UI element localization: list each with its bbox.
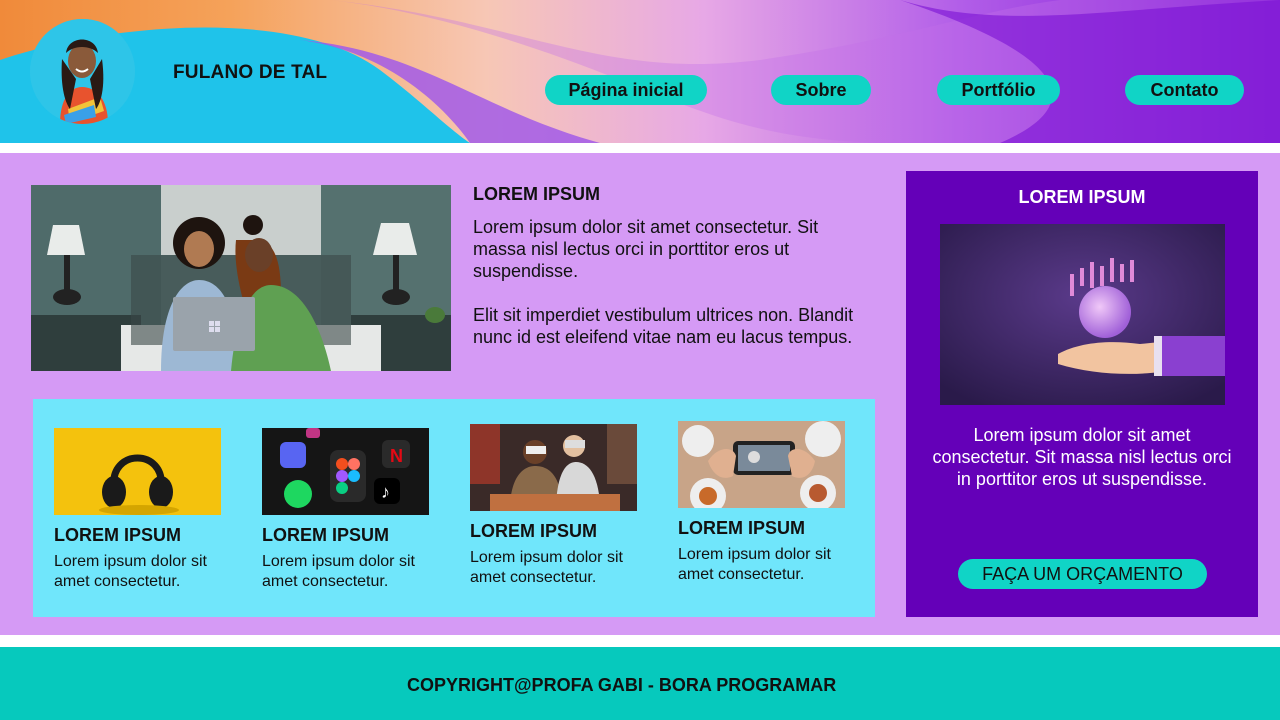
headphones-icon (54, 428, 221, 515)
sidebar-image (940, 224, 1225, 405)
card-text: Lorem ipsum dolor sit amet consectetur. (54, 553, 207, 590)
card-1: LOREM IPSUM Lorem ipsum dolor sit amet c… (54, 428, 224, 592)
food-phone-icon (678, 421, 845, 508)
card-text: Lorem ipsum dolor sit amet consectetur. (678, 546, 831, 583)
card-3: LOREM IPSUM Lorem ipsum dolor sit amet c… (470, 424, 640, 588)
hero-image (31, 185, 451, 371)
card-4: LOREM IPSUM Lorem ipsum dolor sit amet c… (678, 421, 848, 585)
svg-text:♪: ♪ (381, 482, 390, 502)
main-section: LOREM IPSUM Lorem ipsum dolor sit amet c… (0, 153, 1280, 635)
card-2: N ♪ LOREM IPSUM Lorem ipsum dolor sit am… (262, 428, 432, 592)
intro-title: LOREM IPSUM (473, 184, 601, 204)
svg-text:N: N (390, 446, 403, 466)
brand-name: FULANO DE TAL (173, 62, 328, 83)
card-title: LOREM IPSUM (54, 525, 182, 545)
quote-sidebar: LOREM IPSUM Lorem ipsum dolor sit amet c… (906, 171, 1258, 617)
site-footer: COPYRIGHT@PROFA GABI - BORA PROGRAMAR (0, 647, 1280, 720)
site-header: FULANO DE TAL Página inicial Sobre Portf… (0, 0, 1280, 143)
card-text: Lorem ipsum dolor sit amet consectetur. (470, 549, 623, 586)
cards-panel: LOREM IPSUM Lorem ipsum dolor sit amet c… (33, 399, 875, 617)
social-apps-icon: N ♪ (262, 428, 429, 515)
card-image: N ♪ (262, 428, 429, 515)
vr-gamers-icon (470, 424, 637, 511)
nav-contact-button[interactable]: Contato (1125, 75, 1244, 105)
intro-paragraph-1: Lorem ipsum dolor sit amet consectetur. … (473, 217, 819, 281)
intro-paragraph-2: Elit sit imperdiet vestibulum ultrices n… (473, 305, 854, 347)
nav-home-button[interactable]: Página inicial (545, 75, 707, 105)
footer-copyright: COPYRIGHT@PROFA GABI - BORA PROGRAMAR (407, 675, 837, 695)
card-image (470, 424, 637, 511)
request-quote-button[interactable]: FAÇA UM ORÇAMENTO (958, 559, 1207, 589)
hand-globe-icon (940, 224, 1225, 405)
card-title: LOREM IPSUM (262, 525, 390, 545)
card-text: Lorem ipsum dolor sit amet consectetur. (262, 553, 415, 590)
sidebar-text: Lorem ipsum dolor sit amet consectetur. … (932, 425, 1232, 489)
hero-two-women-laptop-image (31, 185, 451, 371)
card-title: LOREM IPSUM (470, 521, 598, 541)
sidebar-title: LOREM IPSUM (1018, 187, 1146, 207)
card-image (678, 421, 845, 508)
avatar (30, 19, 135, 124)
card-title: LOREM IPSUM (678, 518, 806, 538)
card-image (54, 428, 221, 515)
nav-portfolio-button[interactable]: Portfólio (937, 75, 1060, 105)
nav-about-button[interactable]: Sobre (771, 75, 871, 105)
avatar-portrait-image (30, 19, 135, 124)
